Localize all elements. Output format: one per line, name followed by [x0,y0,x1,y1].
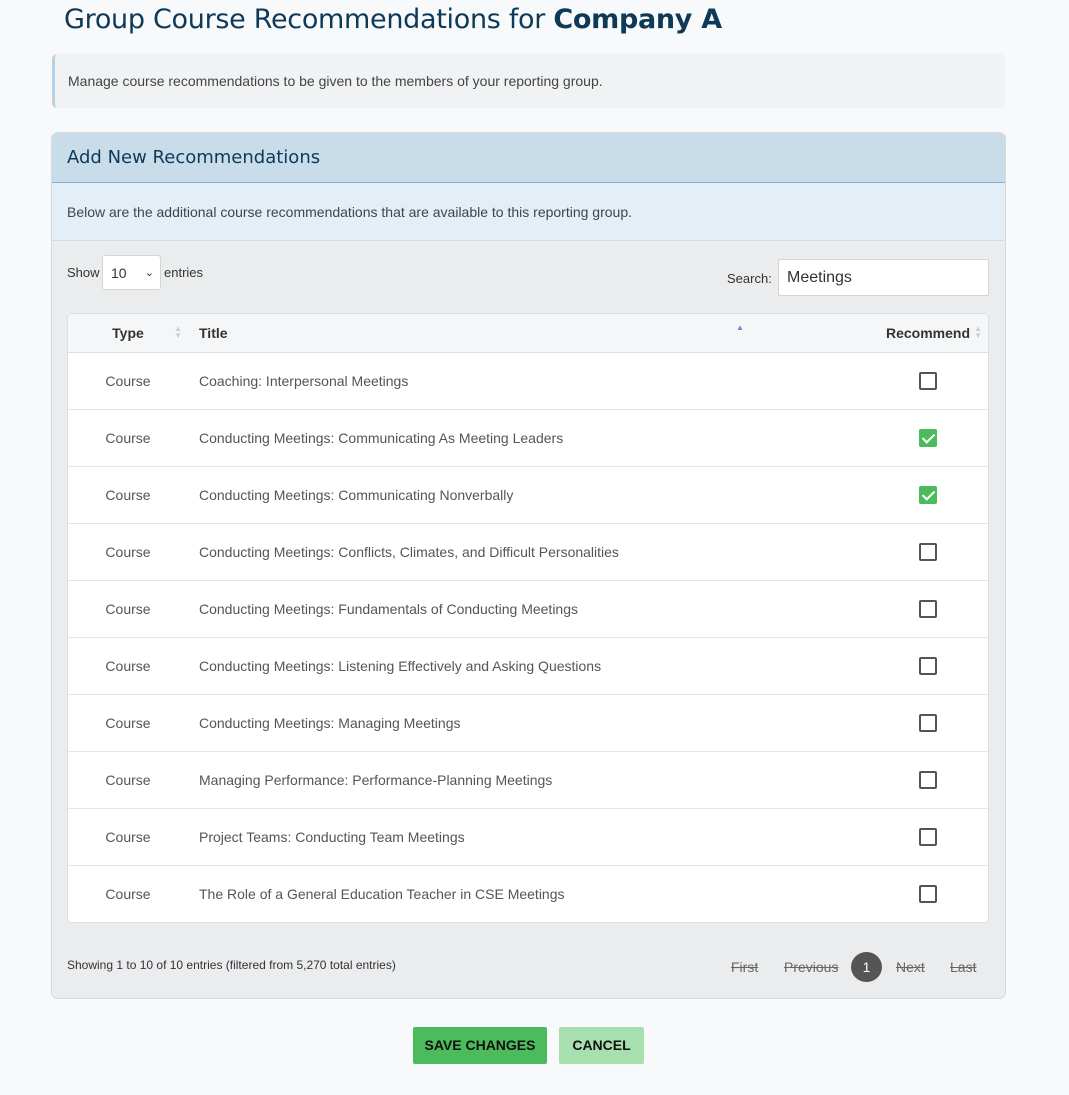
recommend-checkbox[interactable] [919,599,937,618]
recommend-cell [868,466,988,523]
recommend-cell [868,808,988,865]
pagination-last[interactable]: Last [950,959,976,975]
panel-header: Add New Recommendations [52,133,1005,183]
course-type: Course [105,714,151,731]
recommend-cell [868,865,988,922]
column-header-title[interactable]: Title ▲ [188,314,868,352]
table-row: Course Conducting Meetings: Communicating… [68,409,988,466]
recommend-checkbox[interactable] [919,770,937,789]
recommend-checkbox[interactable] [919,713,937,732]
chevron-down-icon: ⌄ [144,267,154,279]
recommend-checkbox[interactable] [919,542,937,561]
course-type: Course [105,600,151,617]
table-row: Course Conducting Meetings: Listening Eff… [68,637,988,694]
recommend-checkbox[interactable] [919,428,937,447]
table-row: Course Conducting Meetings: Fundamentals … [68,580,988,637]
panel-description-text: Below are the additional course recommen… [67,204,632,220]
recommend-cell [868,751,988,808]
table-row: Course Conducting Meetings: Managing Meet… [68,694,988,751]
recommend-checkbox[interactable] [919,884,937,903]
recommend-checkbox[interactable] [919,371,937,390]
page-title: Group Course Recommendations for Company… [64,4,722,35]
table-row: Course Managing Performance: Performance-… [68,751,988,808]
recommend-cell [868,523,988,580]
sort-ascending-icon: ▲ [736,323,744,332]
recommend-cell [868,352,988,409]
course-type: Course [105,771,151,788]
info-callout: Manage course recommendations to be give… [52,54,1005,108]
table-info: Showing 1 to 10 of 10 entries (filtered … [67,958,396,972]
table-row: Course The Role of a General Education Te… [68,865,988,922]
course-type: Course [105,543,151,560]
entries-per-page-value: 10 [111,265,127,281]
show-label: Show [67,265,100,280]
course-title: Conducting Meetings: Communicating As Me… [199,429,564,446]
course-title: Conducting Meetings: Conflicts, Climates… [199,543,619,560]
table-row: Course Project Teams: Conducting Team Mee… [68,808,988,865]
pagination-previous[interactable]: Previous [784,959,838,975]
sort-icon: ▲ ▼ [974,324,982,340]
course-title: The Role of a General Education Teacher … [199,885,565,902]
entries-label: entries [164,265,204,280]
search-label: Search: [727,271,772,286]
recommend-cell [868,637,988,694]
save-changes-button[interactable]: SAVE CHANGES [413,1027,547,1064]
entries-per-page-select[interactable]: 10 ⌄ [102,255,161,290]
add-recommendations-panel: Add New Recommendations Below are the ad… [51,132,1006,999]
course-title: Coaching: Interpersonal Meetings [199,372,409,389]
course-title: Managing Performance: Performance-Planni… [199,771,553,788]
course-title: Conducting Meetings: Fundamentals of Con… [199,600,578,617]
table-body: Course Coaching: Interpersonal Meetings Co… [68,352,988,922]
panel-title: Add New Recommendations [67,147,321,168]
recommend-checkbox[interactable] [919,827,937,846]
search-input[interactable] [778,259,989,296]
pagination: First Previous 1 Next Last [718,952,998,982]
course-type: Course [105,372,151,389]
page-title-prefix: Group Course Recommendations for [64,4,554,35]
course-type: Course [105,429,151,446]
course-title: Conducting Meetings: Managing Meetings [199,714,461,731]
course-title: Project Teams: Conducting Team Meetings [199,828,465,845]
recommend-checkbox[interactable] [919,656,937,675]
recommendations-table: Type ▲ ▼ Title ▲ Recommend ▲ ▼ Course Coach… [67,313,989,923]
pagination-first[interactable]: First [731,959,758,975]
cancel-button[interactable]: CANCEL [559,1027,644,1064]
course-type: Course [105,486,151,503]
table-row: Course Coaching: Interpersonal Meetings [68,352,988,409]
panel-description: Below are the additional course recommen… [52,183,1005,241]
course-type: Course [105,885,151,902]
column-header-recommend[interactable]: Recommend ▲ ▼ [868,314,988,352]
table-header-row: Type ▲ ▼ Title ▲ Recommend ▲ ▼ [68,314,988,352]
column-header-type[interactable]: Type ▲ ▼ [68,314,188,352]
column-header-label: Title [199,324,228,341]
table-row: Course Conducting Meetings: Conflicts, Cl… [68,523,988,580]
recommend-checkbox[interactable] [919,485,937,504]
course-title: Conducting Meetings: Communicating Nonve… [199,486,514,503]
recommend-cell [868,580,988,637]
recommend-cell [868,694,988,751]
course-title: Conducting Meetings: Listening Effective… [199,657,602,674]
course-type: Course [105,828,151,845]
sort-icon: ▲ ▼ [174,324,182,340]
course-type: Course [105,657,151,674]
table-controls: Show 10 ⌄ entries Search: [52,241,1005,313]
pagination-page-current[interactable]: 1 [851,952,882,982]
column-header-label: Type [112,324,144,341]
recommend-cell [868,409,988,466]
column-header-label: Recommend [885,324,971,341]
company-name: Company A [553,4,722,35]
pagination-next[interactable]: Next [896,959,925,975]
info-text: Manage course recommendations to be give… [68,73,603,89]
table-row: Course Conducting Meetings: Communicating… [68,466,988,523]
